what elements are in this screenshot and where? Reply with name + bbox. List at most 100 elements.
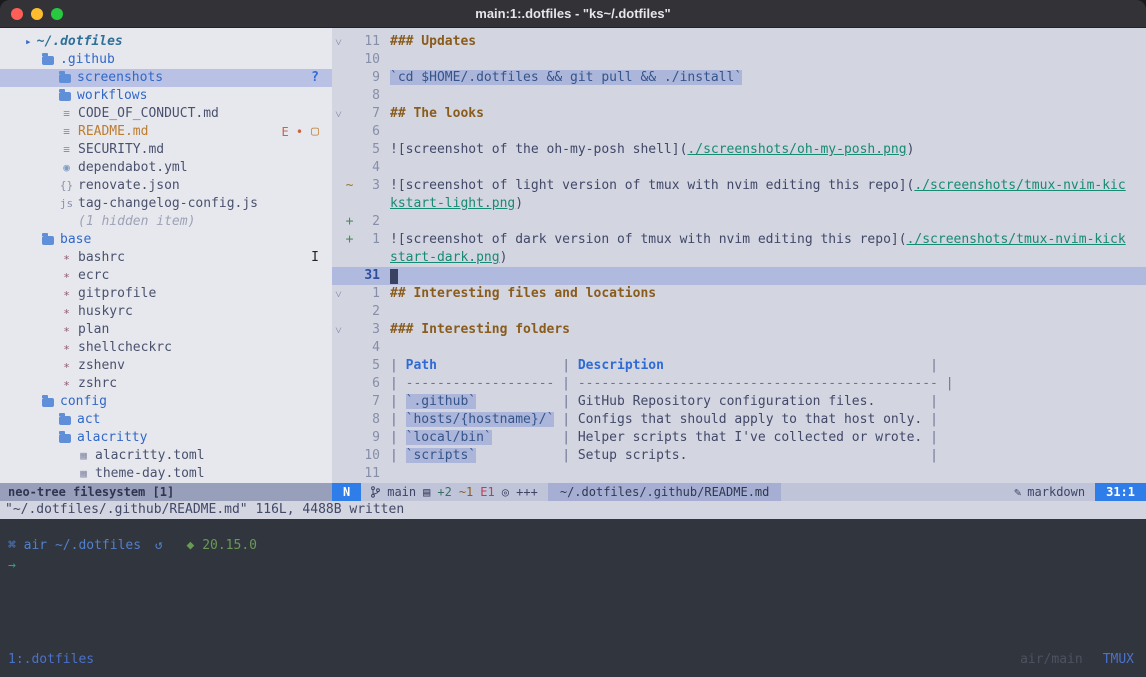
close-button[interactable] <box>11 8 23 20</box>
node-version: 20.15.0 <box>202 538 257 553</box>
editor-line[interactable]: kstart-light.png) <box>332 195 1146 213</box>
minimize-button[interactable] <box>31 8 43 20</box>
editor-line[interactable]: ˅1## Interesting files and locations <box>332 285 1146 303</box>
editor-line[interactable]: ˅7## The looks <box>332 105 1146 123</box>
tree-item-theme-day.toml[interactable]: ▦theme-day.toml <box>0 465 332 483</box>
editor-line[interactable]: ˅11### Updates <box>332 33 1146 51</box>
git-sign <box>345 411 354 429</box>
tree-item-dependabot.yml[interactable]: ◉dependabot.yml <box>0 159 332 177</box>
editor-line[interactable]: 9| `local/bin` | Helper scripts that I'v… <box>332 429 1146 447</box>
tree-folder-screenshots[interactable]: screenshots? <box>0 69 332 87</box>
tree-item-label: base <box>60 231 91 249</box>
line-number: 4 <box>354 159 380 177</box>
git-sign <box>345 285 354 303</box>
editor-line[interactable]: +2 <box>332 213 1146 231</box>
sh-file-icon: ∗ <box>59 339 74 357</box>
editor-line[interactable]: +1![screenshot of dark version of tmux w… <box>332 231 1146 249</box>
tmux-label: TMUX <box>1103 652 1134 677</box>
tree-item-CODE-OF-CONDUCT.md[interactable]: ≡CODE_OF_CONDUCT.md <box>0 105 332 123</box>
tree-item-ecrc[interactable]: ∗ecrc <box>0 267 332 285</box>
git-sign <box>345 69 354 87</box>
sh-file-icon: ∗ <box>59 285 74 303</box>
fold-marker <box>332 177 345 195</box>
line-number <box>354 249 380 267</box>
line-text: | `.github` | GitHub Repository configur… <box>390 393 938 411</box>
git-sign: + <box>345 213 354 231</box>
tree-item-shellcheckrc[interactable]: ∗shellcheckrc <box>0 339 332 357</box>
tree-item-gitprofile[interactable]: ∗gitprofile <box>0 285 332 303</box>
tree-item-SECURITY.md[interactable]: ≡SECURITY.md <box>0 141 332 159</box>
tree-item-bashrc[interactable]: ∗bashrcI <box>0 249 332 267</box>
sh-file-icon: ∗ <box>59 303 74 321</box>
editor-line[interactable]: 2 <box>332 303 1146 321</box>
shell-pane[interactable]: ⌘ air ~/.dotfiles ↺ ◆ 20.15.0 → 1:.dotfi… <box>0 519 1146 677</box>
tree-folder-act[interactable]: act <box>0 411 332 429</box>
editor-line[interactable]: 5| Path | Description | <box>332 357 1146 375</box>
tree-item-plan[interactable]: ∗plan <box>0 321 332 339</box>
fold-marker <box>332 411 345 429</box>
tree-item-renovate.json[interactable]: {}renovate.json <box>0 177 332 195</box>
traffic-lights <box>11 8 63 20</box>
tree-folder-~-.dotfiles[interactable]: ▸~/.dotfiles <box>0 33 332 51</box>
editor-line[interactable]: 7 | `.github` | GitHub Repository configu… <box>332 393 1146 411</box>
tree-item-huskyrc[interactable]: ∗huskyrc <box>0 303 332 321</box>
editor-cursor-line[interactable]: 31 <box>332 267 1146 285</box>
tree-folder-alacritty[interactable]: alacritty <box>0 429 332 447</box>
gutter-gap <box>380 213 390 231</box>
editor-line[interactable]: 11 <box>332 465 1146 483</box>
tmux-window-item[interactable]: 1:.dotfiles <box>8 652 94 677</box>
editor-line[interactable]: 10| `scripts` | Setup scripts. | <box>332 447 1146 465</box>
editor-line[interactable]: 9`cd $HOME/.dotfiles && git pull && ./in… <box>332 69 1146 87</box>
diff-changed: ~1 <box>459 483 473 501</box>
tree-folder-config[interactable]: config <box>0 393 332 411</box>
filetype-label: markdown <box>1027 483 1085 501</box>
gutter-gap <box>380 141 390 159</box>
statusline-filler <box>781 483 1004 501</box>
tree-item-label: dependabot.yml <box>78 159 188 177</box>
git-sign: ~ <box>345 177 354 195</box>
tree-item-alacritty.toml[interactable]: ▦alacritty.toml <box>0 447 332 465</box>
window-title: main:1:.dotfiles - "ks~/.dotfiles" <box>475 6 670 21</box>
git-sign <box>345 51 354 69</box>
tree-item--1-hidden-item-[interactable]: (1 hidden item) <box>0 213 332 231</box>
editor-line[interactable]: 6| ------------------- | ---------------… <box>332 375 1146 393</box>
git-sign <box>345 33 354 51</box>
tmux-statusbar: 1:.dotfiles air/main TMUX <box>0 647 1146 677</box>
line-number: 3 <box>354 177 380 195</box>
editor-pane[interactable]: ˅11### Updates109`cd $HOME/.dotfiles && … <box>332 28 1146 483</box>
editor-line[interactable]: 4 <box>332 159 1146 177</box>
editor-line[interactable]: 8 <box>332 87 1146 105</box>
fold-marker: ˅ <box>332 105 345 123</box>
file-icon: ▤ <box>423 483 430 501</box>
tree-item-README.md[interactable]: ≡README.mdE •▢ <box>0 123 332 141</box>
editor-line[interactable]: 5![screenshot of the oh-my-posh shell](.… <box>332 141 1146 159</box>
line-number: 7 <box>354 393 380 411</box>
tree-folder-.github[interactable]: .github <box>0 51 332 69</box>
tree-item-label: alacritty <box>77 429 147 447</box>
editor-line[interactable]: 10 <box>332 51 1146 69</box>
line-number: 8 <box>354 411 380 429</box>
tree-item-zshenv[interactable]: ∗zshenv <box>0 357 332 375</box>
line-number: 1 <box>354 285 380 303</box>
editor-line[interactable]: ˅3### Interesting folders <box>332 321 1146 339</box>
editor-line[interactable]: 8| `hosts/{hostname}/` | Configs that sh… <box>332 411 1146 429</box>
line-text: | `local/bin` | Helper scripts that I've… <box>390 429 938 447</box>
prompt-host: air <box>24 538 47 553</box>
tree-folder-workflows[interactable]: workflows <box>0 87 332 105</box>
git-sign <box>345 249 354 267</box>
tree-item-tag-changelog-config.js[interactable]: jstag-changelog-config.js <box>0 195 332 213</box>
tree-item-label: config <box>60 393 107 411</box>
editor-line[interactable]: 4 <box>332 339 1146 357</box>
editor-line[interactable]: ~3![screenshot of light version of tmux … <box>332 177 1146 195</box>
neo-tree-panel: ▸~/.dotfiles.githubscreenshots?workflows… <box>0 28 332 483</box>
tree-item-label: tag-changelog-config.js <box>78 195 258 213</box>
markdown-icon: ✎ <box>1014 483 1021 501</box>
apple-icon: ⌘ <box>8 538 16 553</box>
fullscreen-button[interactable] <box>51 8 63 20</box>
tree-item-zshrc[interactable]: ∗zshrc <box>0 375 332 393</box>
editor-line[interactable]: 6 <box>332 123 1146 141</box>
tree-folder-base[interactable]: base <box>0 231 332 249</box>
fold-marker <box>332 339 345 357</box>
git-sign <box>345 105 354 123</box>
editor-line[interactable]: start-dark.png) <box>332 249 1146 267</box>
